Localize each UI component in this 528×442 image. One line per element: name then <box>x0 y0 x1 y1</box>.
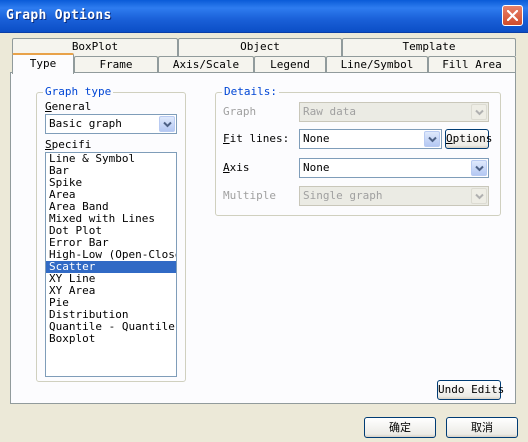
window-title: Graph Options <box>6 8 112 23</box>
title-bar[interactable]: Graph Options <box>0 0 528 33</box>
multiple-select: Single graph <box>299 186 489 206</box>
chevron-down-icon <box>163 121 172 128</box>
fit-lines-dropdown-button[interactable] <box>424 131 440 147</box>
chevron-down-icon <box>428 136 437 143</box>
chevron-down-icon <box>475 193 484 200</box>
multiple-dropdown-button <box>471 188 487 204</box>
fit-lines-value: None <box>303 132 330 145</box>
fit-lines-label: Fit lines: <box>223 132 290 145</box>
details-legend: Details: <box>222 85 279 98</box>
graph-dropdown-button <box>471 104 487 120</box>
axis-select[interactable]: None <box>299 158 489 178</box>
tab-panel-type: Graph type General Basic graph Specifi L… <box>10 72 516 404</box>
ok-button[interactable]: 确定 <box>364 417 436 438</box>
specific-listbox[interactable]: Line & Symbol Bar Spike Area Area Band Mixed … <box>45 152 177 377</box>
specific-label: Specifi <box>45 138 92 151</box>
general-value: Basic graph <box>49 117 122 130</box>
multiple-label: Multiple <box>223 189 276 202</box>
graph-label: Graph <box>223 105 257 118</box>
axis-dropdown-button[interactable] <box>471 160 487 176</box>
list-item[interactable]: Boxplot <box>46 333 176 345</box>
close-icon <box>507 10 518 21</box>
graph-value: Raw data <box>303 105 356 118</box>
undo-edits-button[interactable]: Undo Edits <box>437 380 504 400</box>
general-select[interactable]: Basic graph <box>45 114 177 134</box>
chevron-down-icon <box>475 165 484 172</box>
tab-template[interactable]: Template <box>342 38 516 56</box>
general-dropdown-button[interactable] <box>159 116 175 132</box>
tab-type[interactable]: Type <box>12 53 74 74</box>
axis-value: None <box>303 161 330 174</box>
fit-lines-select[interactable]: None <box>299 129 442 149</box>
general-label: General <box>45 100 92 113</box>
close-button[interactable] <box>502 5 523 26</box>
graph-options-dialog: Graph Options BoxPlot Object Template Ty… <box>0 0 528 442</box>
multiple-value: Single graph <box>303 189 383 202</box>
fit-options-button[interactable]: Options <box>445 129 492 149</box>
chevron-down-icon <box>475 109 484 116</box>
cancel-button[interactable]: 取消 <box>446 417 518 438</box>
axis-label: Axis <box>223 161 250 174</box>
tab-object[interactable]: Object <box>178 38 342 56</box>
graph-select: Raw data <box>299 102 489 122</box>
graph-type-legend: Graph type <box>43 85 114 98</box>
